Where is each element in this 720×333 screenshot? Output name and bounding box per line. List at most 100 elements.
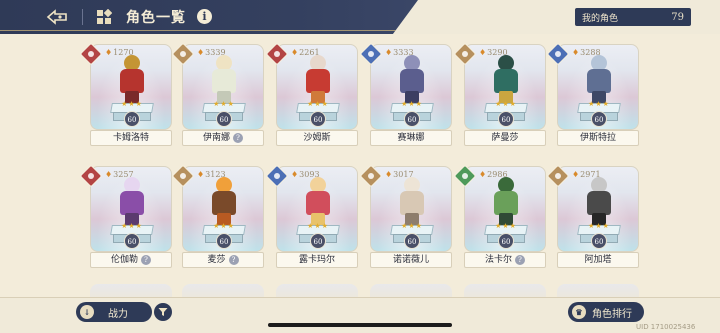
star-rating: ★★★ (495, 222, 517, 230)
character-sprite (206, 175, 242, 227)
combat-power-value: 3257 (113, 170, 134, 179)
character-card-frame: ★★★ 60 ♦ 3290 (464, 44, 546, 130)
character-name: 麦莎 (207, 255, 226, 265)
character-grid: ★★★ 60 ♦ 1270 卡姆洛特 ★★★ 60 ♦ 3339 伊南娜 ? ★… (0, 34, 720, 300)
flame-icon: ♦ (105, 48, 113, 57)
character-sprite (206, 53, 242, 105)
top-bar: 角色一覧 i 我的角色 79 (0, 0, 720, 34)
star-rating: ★★★ (121, 222, 143, 230)
character-card[interactable]: ★★★ 60 ♦ 3017 诺诺薇儿 (359, 164, 452, 268)
combat-power-value: 3093 (299, 170, 320, 179)
character-card[interactable]: ★★★ 60 ♦ 2971 阿加塔 (546, 164, 639, 268)
character-name: 赛琳娜 (397, 133, 425, 143)
character-card[interactable]: ★★★ 60 ♦ 3288 伊斯特拉 (546, 42, 639, 146)
character-card-frame: ★★★ 60 ♦ 3123 (182, 166, 264, 252)
character-card-frame: ★★★ 60 ♦ 1270 (90, 44, 172, 130)
character-card[interactable]: ★★★ 60 ♦ 3339 伊南娜 ? (171, 42, 264, 146)
flame-icon: ♦ (385, 48, 393, 57)
character-card[interactable]: ★★★ 60 ♦ 3290 萨曼莎 (453, 42, 546, 146)
page-title: 角色一覧 (126, 10, 186, 26)
combat-power: ♦ 2986 (479, 170, 508, 179)
character-card[interactable]: ★★★ 60 ♦ 3257 伦伽勒 ? (79, 164, 172, 268)
combat-power-value: 3290 (487, 48, 508, 57)
crown-icon: ♛ (572, 305, 586, 319)
flame-icon: ♦ (572, 48, 580, 57)
my-characters-count: 79 (671, 11, 684, 23)
sort-order-icon: ↓ (80, 305, 94, 319)
star-rating: ★★★ (401, 222, 423, 230)
my-characters-label: 我的角色 (582, 13, 619, 24)
character-name: 沙姆斯 (303, 133, 331, 143)
level-badge: 60 (498, 111, 514, 127)
user-id: UID 1710025436 (636, 323, 696, 331)
character-card[interactable]: ★★★ 60 ♦ 2261 沙姆斯 (265, 42, 358, 146)
combat-power: ♦ 3333 (385, 48, 414, 57)
combat-power: ♦ 3290 (479, 48, 508, 57)
level-badge: 60 (216, 111, 232, 127)
character-card-frame: ★★★ 60 ♦ 3339 (182, 44, 264, 130)
character-card[interactable]: ★★★ 60 ♦ 1270 卡姆洛特 (79, 42, 172, 146)
flame-icon: ♦ (385, 170, 393, 179)
flame-icon: ♦ (479, 170, 487, 179)
character-card-frame: ★★★ 60 ♦ 3333 (370, 44, 452, 130)
menu-grid-button[interactable] (95, 8, 113, 26)
flame-icon: ♦ (479, 48, 487, 57)
character-card[interactable]: ★★★ 60 ♦ 2986 法卡尔 ? (453, 164, 546, 268)
combat-power-value: 2986 (487, 170, 508, 179)
character-sprite (394, 175, 430, 227)
level-badge: 60 (124, 233, 140, 249)
combat-power-value: 3333 (393, 48, 414, 57)
level-badge: 60 (404, 233, 420, 249)
combat-power: ♦ 3093 (291, 170, 320, 179)
question-tag-icon: ? (228, 255, 239, 265)
combat-power: ♦ 3288 (572, 48, 601, 57)
flame-icon: ♦ (572, 170, 580, 179)
star-rating: ★★★ (213, 100, 235, 108)
star-rating: ★★★ (495, 100, 517, 108)
combat-power-value: 3017 (393, 170, 414, 179)
level-badge: 60 (216, 233, 232, 249)
sort-by-power-button[interactable]: ↓ 战力 (76, 302, 152, 322)
combat-power-value: 2971 (580, 170, 601, 179)
character-card-frame: ★★★ 60 ♦ 3257 (90, 166, 172, 252)
combat-power: ♦ 2971 (572, 170, 601, 179)
character-name: 卡姆洛特 (112, 133, 149, 143)
filter-funnel-icon (158, 308, 168, 316)
star-rating: ★★★ (307, 100, 329, 108)
home-indicator[interactable] (268, 323, 452, 327)
level-badge: 60 (498, 233, 514, 249)
character-name: 阿加塔 (584, 255, 612, 265)
filter-button[interactable] (154, 303, 172, 321)
character-card-frame: ★★★ 60 ♦ 2971 (557, 166, 639, 252)
character-card[interactable]: ★★★ 60 ♦ 3093 露卡玛尔 (265, 164, 358, 268)
character-name-plate: 麦莎 ? (182, 252, 264, 268)
grid-menu-icon (97, 9, 112, 24)
combat-power-value: 3123 (205, 170, 226, 179)
star-rating: ★★★ (307, 222, 329, 230)
character-card[interactable]: ★★★ 60 ♦ 3123 麦莎 ? (171, 164, 264, 268)
character-card-frame: ★★★ 60 ♦ 3017 (370, 166, 452, 252)
combat-power: ♦ 3017 (385, 170, 414, 179)
character-name-plate: 萨曼莎 (464, 130, 546, 146)
character-name-plate: 法卡尔 ? (464, 252, 546, 268)
character-name: 伊斯特拉 (579, 133, 616, 143)
combat-power-value: 2261 (299, 48, 320, 57)
question-tag-icon: ? (141, 255, 151, 265)
sort-label: 战力 (108, 308, 128, 320)
character-name: 伊南娜 (202, 133, 230, 143)
level-badge: 60 (310, 233, 326, 249)
character-sprite (581, 53, 617, 105)
level-badge: 60 (591, 111, 607, 127)
flame-icon: ♦ (197, 48, 205, 57)
info-icon[interactable]: i (197, 9, 212, 24)
character-name-plate: 露卡玛尔 (276, 252, 358, 268)
character-card[interactable]: ★★★ 60 ♦ 3333 赛琳娜 (359, 42, 452, 146)
star-rating: ★★★ (401, 100, 423, 108)
bottom-bar: ↓ 战力 ♛ 角色排行 (0, 297, 720, 333)
character-name-plate: 诺诺薇儿 (370, 252, 452, 268)
back-arrow-icon (46, 9, 67, 25)
combat-power: ♦ 2261 (291, 48, 320, 57)
character-name-plate: 伦伽勒 ? (90, 252, 172, 268)
back-button[interactable] (44, 6, 70, 28)
character-ranking-button[interactable]: ♛ 角色排行 (568, 302, 644, 322)
